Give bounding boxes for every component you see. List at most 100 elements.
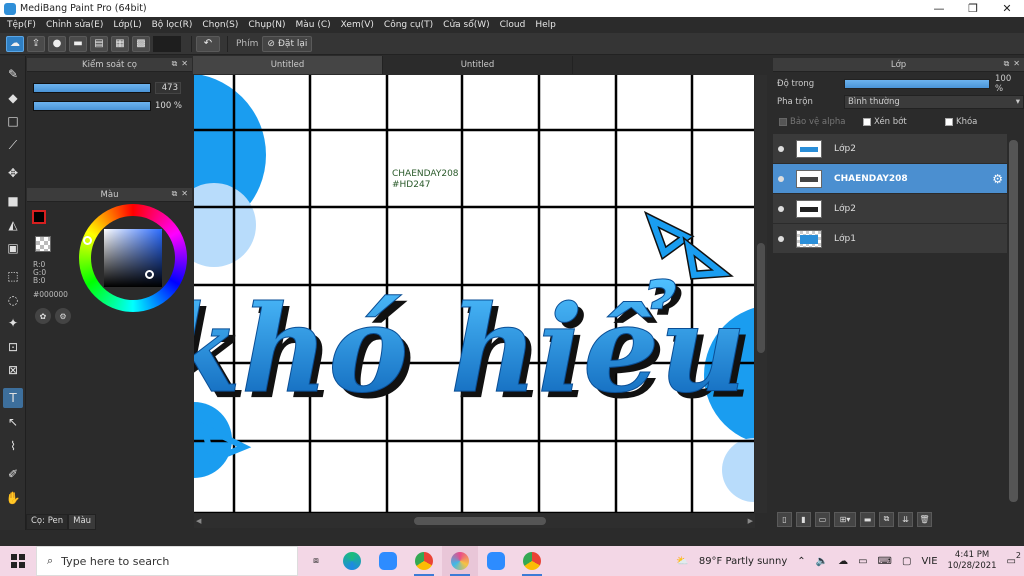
edge-browser-icon[interactable] — [334, 546, 370, 576]
clock[interactable]: 4:41 PM 10/28/2021 — [948, 550, 997, 572]
menu-select[interactable]: Chọn(S) — [197, 20, 243, 30]
layer-opacity-slider[interactable] — [844, 79, 990, 89]
popout-icon[interactable]: ⧉ — [172, 59, 178, 69]
scroll-left-icon[interactable]: ◀ — [196, 517, 201, 525]
popout-icon[interactable]: ⧉ — [172, 189, 178, 199]
chrome-icon[interactable] — [514, 546, 550, 576]
text-tool-icon[interactable]: T — [3, 388, 23, 408]
task-view-icon[interactable]: ⧈ — [298, 546, 334, 576]
canvas-horizontal-scrollbar[interactable]: ◀ ▶ — [194, 514, 755, 528]
close-panel-icon[interactable]: ✕ — [181, 189, 188, 199]
share-icon[interactable]: ⇪ — [27, 35, 45, 52]
dropper-tool-icon[interactable]: ⌇ — [3, 436, 23, 456]
hand-tool-icon[interactable]: ✋ — [3, 488, 23, 508]
close-button[interactable]: ✕ — [990, 0, 1024, 17]
visibility-icon[interactable] — [778, 145, 784, 152]
new-layer-8bit-icon[interactable]: ▮ — [796, 511, 811, 527]
chevron-up-icon[interactable]: ⌃ — [797, 556, 805, 567]
minimize-button[interactable]: — — [922, 0, 956, 17]
menu-capture[interactable]: Chụp(N) — [243, 20, 290, 30]
menu-layer[interactable]: Lớp(L) — [108, 20, 146, 30]
brush-size-slider[interactable] — [33, 83, 151, 93]
hue-handle[interactable] — [83, 236, 92, 245]
taskbar-search[interactable]: ⌕ Type here to search — [36, 546, 298, 576]
merge-layer-icon[interactable]: ⇊ — [898, 511, 913, 527]
saturation-value-square[interactable] — [104, 229, 162, 287]
select-eraser-icon[interactable]: ⊠ — [3, 360, 23, 380]
eraser-tool-icon[interactable]: ◆ — [3, 88, 23, 108]
transparent-color-swatch[interactable] — [35, 236, 51, 252]
menu-edit[interactable]: Chỉnh sửa(E) — [41, 20, 108, 30]
canvas-vertical-scrollbar[interactable] — [755, 75, 767, 513]
weather-icon[interactable]: ⛅ — [676, 556, 688, 567]
document-tab[interactable]: Untitled — [193, 56, 383, 74]
popout-icon[interactable]: ⧉ — [1004, 59, 1010, 69]
folder-icon[interactable]: ▬ — [860, 511, 875, 527]
close-panel-icon[interactable]: ✕ — [1013, 59, 1020, 69]
fill-rect-tool-icon[interactable]: ■ — [3, 191, 23, 211]
hue-wheel[interactable] — [79, 204, 187, 312]
keyboard-icon[interactable]: ⌨ — [878, 556, 892, 567]
gradient-tool-icon[interactable]: ▣ — [3, 238, 23, 258]
layer-row[interactable]: Lớp2 — [773, 194, 1007, 223]
gear-icon[interactable]: ⚙ — [992, 172, 1003, 186]
tab-brush[interactable]: Cọ: Pen — [26, 514, 69, 530]
language-indicator[interactable]: VIE — [921, 556, 937, 567]
blend-mode-select[interactable]: Bình thường ▾ — [844, 95, 1024, 109]
tab-color[interactable]: Màu — [68, 514, 97, 530]
tiles-icon[interactable]: ▩ — [132, 35, 150, 52]
select-rect-icon[interactable]: ⬚ — [3, 266, 23, 286]
magic-wand-icon[interactable]: ✦ — [3, 313, 23, 333]
reset-button[interactable]: ⊘ Đặt lại — [262, 35, 313, 52]
new-layer-1bit-icon[interactable]: ▭ — [815, 511, 830, 527]
layer-list-scrollbar[interactable] — [1009, 140, 1018, 502]
drawing-canvas[interactable]: CHAENDAY208 #HD247 khó hiểu khó hiểu — [194, 75, 754, 513]
rectangle-tool-icon[interactable]: □ — [3, 111, 23, 131]
zoom-app-icon[interactable] — [478, 546, 514, 576]
add-layer-menu-icon[interactable]: ⊞▾ — [834, 511, 856, 527]
notification-icon[interactable]: ▭ 2 — [1007, 551, 1021, 567]
comment-icon[interactable]: ● — [48, 35, 66, 52]
undo-icon[interactable]: ↶ — [196, 35, 220, 52]
medibang-app-icon[interactable] — [442, 546, 478, 576]
lock-checkbox[interactable]: Khóa — [945, 117, 977, 127]
bucket-tool-icon[interactable]: ◭ — [3, 215, 23, 235]
palette-icon[interactable]: ✿ — [35, 308, 51, 324]
sv-handle[interactable] — [145, 270, 154, 279]
foreground-color-swatch[interactable] — [32, 210, 46, 224]
weather-text[interactable]: 89°F Partly sunny — [699, 556, 787, 567]
document-tab[interactable]: Untitled — [383, 56, 573, 74]
brush-size-value[interactable]: 473 — [155, 82, 181, 94]
scroll-thumb[interactable] — [414, 517, 546, 525]
message-icon[interactable]: ▬ — [69, 35, 87, 52]
menu-color[interactable]: Màu (C) — [291, 20, 336, 30]
operation-tool-icon[interactable]: ↖ — [3, 412, 23, 432]
pen-tool-icon[interactable]: ⟋ — [3, 135, 23, 155]
page-icon[interactable]: ▤ — [90, 35, 108, 52]
cloud-sync-icon[interactable]: ☁ — [838, 556, 848, 567]
menu-filter[interactable]: Bộ lọc(R) — [147, 20, 198, 30]
display-icon[interactable]: ▢ — [902, 556, 911, 567]
menu-help[interactable]: Help — [530, 20, 561, 30]
layer-row[interactable]: Lớp2 — [773, 134, 1007, 163]
visibility-icon[interactable] — [778, 205, 784, 212]
scroll-right-icon[interactable]: ▶ — [748, 517, 753, 525]
grid-settings-icon[interactable]: ▦ — [111, 35, 129, 52]
start-button[interactable] — [0, 546, 36, 576]
chrome-icon[interactable] — [406, 546, 442, 576]
layer-row-selected[interactable]: CHAENDAY208 ⚙ — [773, 164, 1007, 193]
select-pen-icon[interactable]: ⊡ — [3, 337, 23, 357]
brush-tool-icon[interactable]: ✎ — [3, 64, 23, 84]
zoom-app-icon[interactable] — [370, 546, 406, 576]
clipping-checkbox[interactable]: Xén bớt — [863, 117, 907, 127]
menu-view[interactable]: Xem(V) — [336, 20, 379, 30]
visibility-icon[interactable] — [778, 175, 784, 182]
network-icon[interactable]: ▭ — [858, 556, 867, 567]
trash-icon[interactable]: 🗑 — [917, 511, 932, 527]
brush-opacity-slider[interactable] — [33, 101, 151, 111]
menu-file[interactable]: Tệp(F) — [2, 20, 41, 30]
new-layer-icon[interactable]: ▯ — [777, 511, 792, 527]
scroll-thumb[interactable] — [757, 243, 765, 353]
eyedropper-tool-icon[interactable]: ✐ — [3, 464, 23, 484]
protect-alpha-checkbox[interactable]: Bảo vệ alpha — [779, 117, 845, 127]
